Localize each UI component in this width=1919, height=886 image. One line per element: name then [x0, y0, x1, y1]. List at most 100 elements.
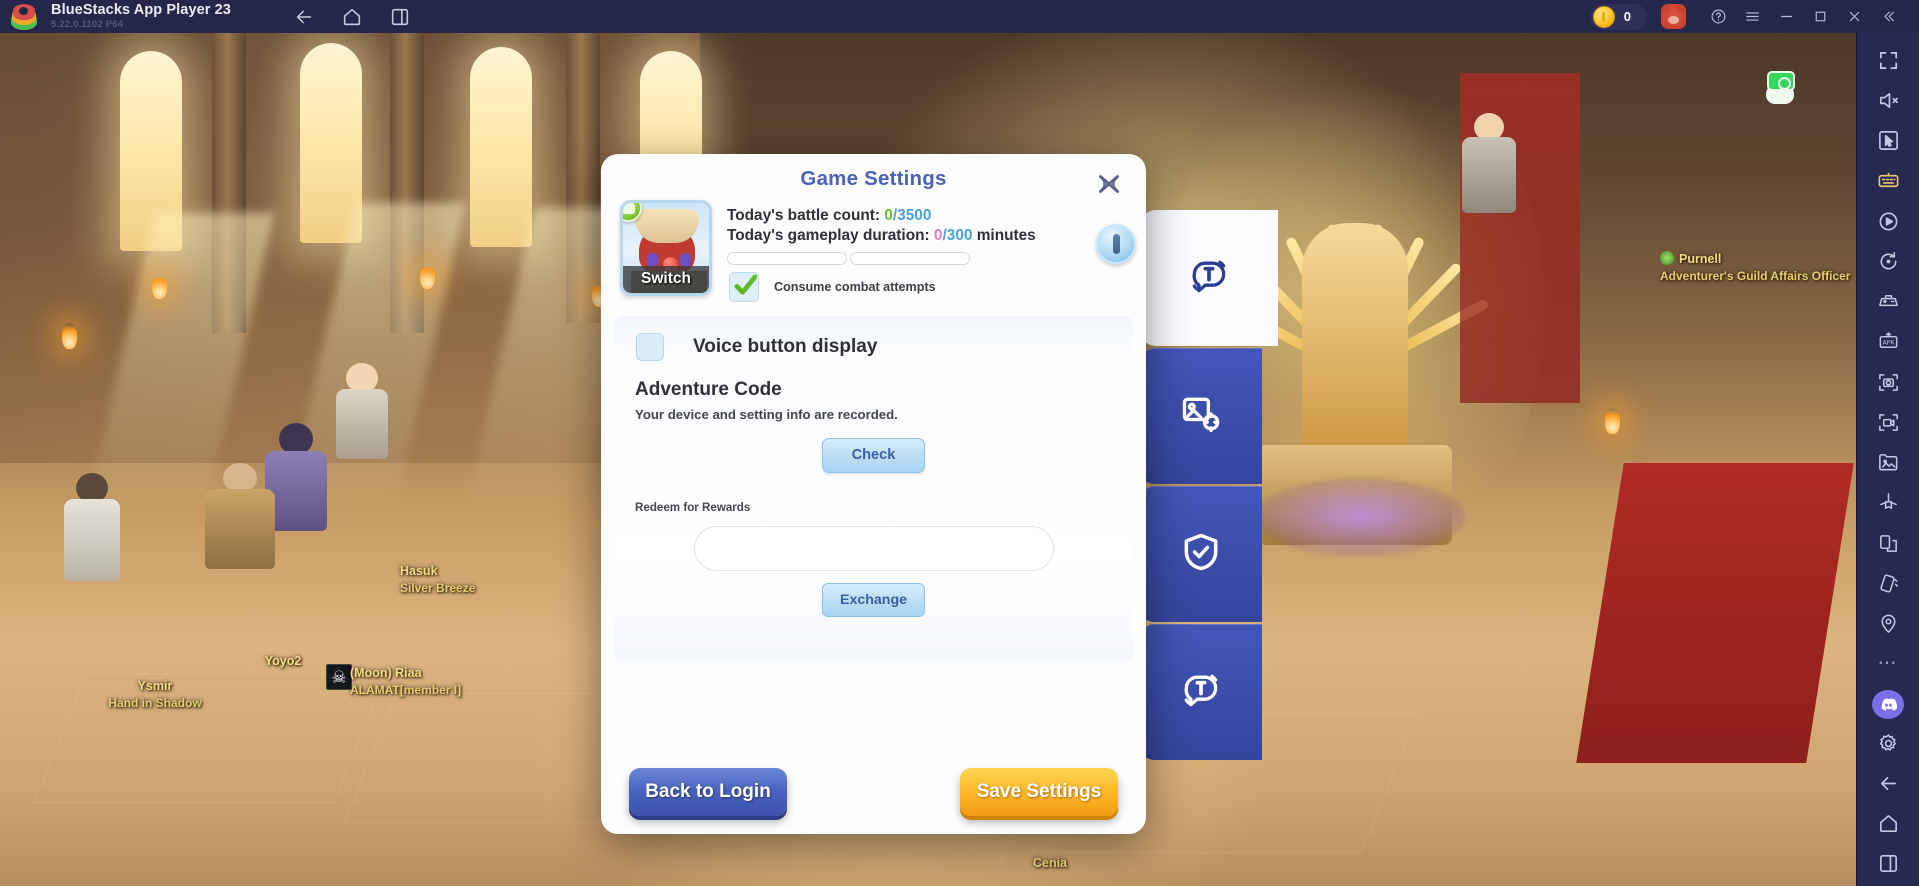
player-title: ALAMAT[member I]: [350, 682, 462, 697]
coin-icon: [1592, 5, 1615, 28]
torch-flame: [152, 273, 167, 299]
fullscreen-icon[interactable]: [1868, 42, 1908, 78]
rotate-icon[interactable]: [1868, 243, 1908, 279]
avatar[interactable]: [1661, 4, 1686, 29]
titlebar-nav-group: [293, 6, 411, 28]
apk-install-icon[interactable]: APK: [1868, 324, 1908, 360]
player-nametag: Cenia: [990, 855, 1110, 872]
voice-button-checkbox[interactable]: [636, 332, 664, 361]
save-settings-button[interactable]: Save Settings: [960, 768, 1118, 816]
back-icon[interactable]: [1868, 765, 1908, 801]
media-manager-icon[interactable]: [1868, 445, 1908, 481]
hero-row: Switch Today's battle count: 0/3500 Toda…: [601, 191, 1146, 302]
info-icon[interactable]: [1096, 224, 1136, 264]
consume-combat-checkbox[interactable]: [729, 271, 759, 302]
player-nametag: Yoyo2: [238, 653, 328, 670]
npc-badge-icon: [1660, 251, 1674, 265]
settings-gear-icon[interactable]: [1868, 725, 1908, 761]
title-bar: BlueStacks App Player 23 5.22.0.1102 P64…: [0, 0, 1919, 33]
player-title: Hand in Shadow: [108, 695, 202, 710]
eco-mode-icon[interactable]: [1868, 485, 1908, 521]
player-nametag: Ysmir Hand in Shadow: [55, 678, 255, 712]
switch-label: Switch: [641, 270, 691, 287]
voice-button-label: Voice button display: [693, 335, 878, 357]
coin-balance[interactable]: 0: [1589, 3, 1647, 30]
more-icon[interactable]: ⋯: [1868, 646, 1908, 682]
consume-combat-label: Consume combat attempts: [774, 279, 936, 294]
player-name: Hasuk: [400, 564, 438, 578]
minimize-icon[interactable]: [1769, 0, 1803, 33]
multi-instance-icon[interactable]: [1868, 525, 1908, 561]
discord-icon[interactable]: [1872, 690, 1904, 719]
stats-block: Today's battle count: 0/3500 Today's gam…: [712, 200, 1136, 302]
gameplay-duration-unit: minutes: [976, 227, 1036, 245]
redeem-label: Redeem for Rewards: [635, 500, 751, 514]
menu-icon[interactable]: [1735, 0, 1769, 33]
player-title: Silver Breeze: [400, 580, 476, 595]
bluestacks-sidebar: APK ⋯: [1856, 33, 1919, 886]
npc-name: Purnell: [1679, 252, 1722, 266]
collapse-icon[interactable]: [1871, 0, 1905, 33]
close-icon[interactable]: [1837, 0, 1871, 33]
check-icon: [734, 274, 757, 295]
back-to-login-button[interactable]: Back to Login: [629, 768, 787, 816]
battle-progress-bar: [727, 251, 847, 265]
battle-count-label: Today's battle count:: [727, 207, 885, 224]
npc-title: Adventurer's Guild Affairs Officer: [1660, 268, 1851, 283]
tab-translate-chat-bottom[interactable]: [1140, 624, 1262, 760]
tab-graphics-settings[interactable]: [1140, 348, 1262, 484]
game-viewport[interactable]: Ysmir Hand in Shadow Yoyo2 ☠ (Moon) Riaa…: [0, 33, 1856, 886]
duration-progress-bar: [850, 251, 970, 265]
macro-icon[interactable]: [1868, 203, 1908, 239]
help-icon[interactable]: [1701, 0, 1735, 33]
app-version: 5.22.0.1102 P64: [51, 18, 124, 30]
home-icon[interactable]: [341, 6, 363, 28]
progress-bars: [727, 251, 970, 265]
translate-chat-icon: [1179, 668, 1223, 717]
player-name: Ysmir: [137, 679, 173, 693]
check-button[interactable]: Check: [822, 437, 925, 473]
game-settings-dialog: Game Settings Switch Today's battle coun…: [601, 154, 1146, 834]
dialog-title: Game Settings: [800, 167, 947, 190]
gameplay-duration-label: Today's gameplay duration:: [727, 227, 934, 245]
dialog-footer: Back to Login Save Settings: [601, 768, 1146, 816]
coin-value: 0: [1623, 9, 1631, 24]
torch-flame: [62, 323, 77, 349]
player-name: Cenia: [1032, 856, 1068, 870]
record-video-icon[interactable]: [1868, 404, 1908, 440]
character-portrait-switch[interactable]: Switch: [620, 200, 712, 296]
settings-panel: Voice button display Adventure Code Your…: [614, 315, 1133, 661]
redeem-code-input[interactable]: [693, 525, 1054, 571]
translate-chat-icon: [1187, 254, 1231, 303]
svg-text:APK: APK: [1882, 340, 1895, 347]
screenshot-chat-icon[interactable]: [1764, 69, 1798, 104]
gameplay-duration-line: Today's gameplay duration: 0/300 minutes: [727, 226, 1130, 246]
player-name: (Moon) Riaa: [350, 666, 422, 680]
gameplay-duration-max: /300: [942, 227, 973, 245]
mute-icon[interactable]: [1868, 82, 1908, 118]
app-title: BlueStacks App Player 23: [51, 2, 231, 19]
gamepad-icon[interactable]: [1868, 284, 1908, 320]
cursor-icon[interactable]: [1868, 123, 1908, 159]
torch-flame: [1605, 408, 1620, 434]
recents-icon[interactable]: [389, 6, 411, 28]
battle-count-line: Today's battle count: 0/3500: [727, 206, 1130, 226]
dialog-close-icon[interactable]: [1092, 167, 1126, 201]
tab-security[interactable]: [1140, 486, 1262, 622]
screenshot-icon[interactable]: [1868, 364, 1908, 400]
home-icon[interactable]: [1868, 806, 1908, 842]
app-title-block: BlueStacks App Player 23 5.22.0.1102 P64: [51, 3, 231, 29]
shake-icon[interactable]: [1868, 565, 1908, 601]
recents-icon[interactable]: [1868, 846, 1908, 882]
image-gear-icon: [1179, 392, 1223, 441]
keyboard-controls-icon[interactable]: [1868, 163, 1908, 199]
location-icon[interactable]: [1868, 606, 1908, 642]
exchange-button[interactable]: Exchange: [822, 582, 925, 617]
back-icon[interactable]: [293, 6, 315, 28]
game-tab-strip: [1140, 210, 1278, 762]
portal-effect: [1255, 478, 1465, 556]
window-decoration: [470, 47, 532, 247]
torch-flame: [420, 263, 435, 289]
maximize-icon[interactable]: [1803, 0, 1837, 33]
tab-translate-chat-top[interactable]: [1140, 210, 1278, 346]
